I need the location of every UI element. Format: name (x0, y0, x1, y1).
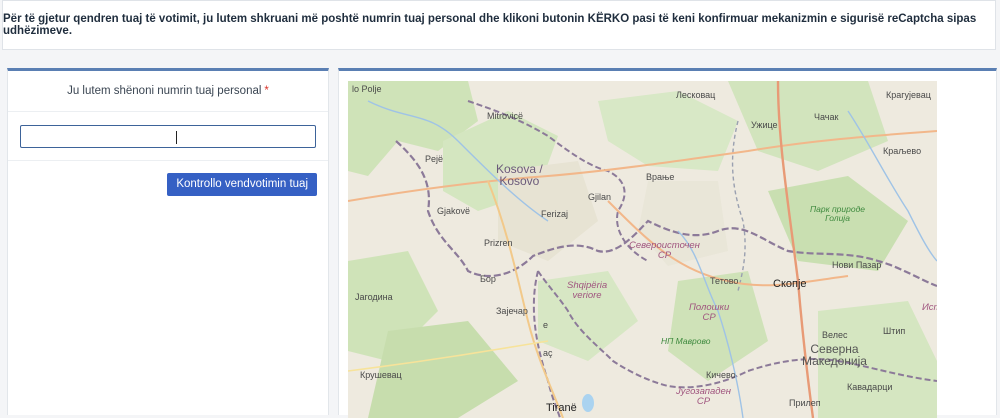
map-label-krusevac: Крушевац (360, 370, 402, 380)
map-label-kicevo: Кичево (706, 370, 736, 380)
map-label-kavadarci: Кавадарци (847, 382, 893, 392)
map-label-e-short: e (543, 320, 549, 330)
map-label-gjakove: Gjakovë (437, 206, 471, 216)
map-label-bor: Бор (480, 274, 496, 284)
map-label-novi-pazar: Нови Пазар (832, 260, 882, 270)
map-label-isto: Исто (922, 302, 937, 313)
personal-number-label-row: Ju lutem shënoni numrin tuaj personal * (8, 71, 328, 112)
map-label-severoistocen: Североисточен СР (629, 240, 700, 261)
required-asterisk: * (264, 85, 269, 97)
map-label-uzice: Ужице (751, 120, 778, 130)
lookup-form-panel: Ju lutem shënoni numrin tuaj personal * … (7, 68, 329, 415)
personal-number-input-row (8, 112, 328, 161)
map-label-zajecar: Зајечар (496, 306, 528, 316)
map-label-prilep: Прилеп (789, 398, 821, 408)
map-label-mitrovice: Mitrovicë (487, 111, 524, 121)
map-label-ac: aç (543, 348, 553, 358)
map-viewport[interactable]: lo Polje Лесковац Крагујевац Mitrovicë У… (348, 81, 937, 418)
map-label-np-mavrovo: НП Маврово (661, 336, 711, 346)
map-label-kragujevac: Крагујевац (886, 90, 931, 100)
map-label-prizren: Prizren (484, 238, 513, 248)
instructions-banner: Për të gjetur qendren tuaj të votimit, j… (2, 0, 996, 50)
text-caret (176, 131, 177, 144)
personal-number-input[interactable] (20, 125, 316, 148)
map-label-jugozapaden: Југозападен СР (676, 386, 732, 407)
map-panel: lo Polje Лесковац Крагујевац Mitrovicë У… (338, 68, 997, 418)
map-label-skopje: Скопје (773, 278, 807, 290)
instructions-text: Për të gjetur qendren tuaj të votimit, j… (3, 13, 977, 37)
map-label-gjilan: Gjilan (588, 192, 612, 202)
check-polling-station-button[interactable]: Kontrollo vendvotimin tuaj (167, 173, 317, 196)
map-label-ferizaj: Ferizaj (541, 209, 569, 219)
map-label-stip: Штип (883, 326, 906, 336)
map-label-cacak: Чачак (814, 112, 839, 122)
map-label-park-golija: Парк природе Голија (810, 204, 866, 223)
map-label-vranje: Врање (646, 172, 675, 182)
map-label-jagodina: Јагодина (355, 292, 393, 302)
map-label-tirane: Tiranë (546, 402, 577, 414)
map-label-kraljevo: Краљево (883, 146, 922, 156)
map-label-peje: Pejë (425, 154, 444, 164)
personal-number-label: Ju lutem shënoni numrin tuaj personal (67, 85, 262, 97)
map-label-severna-makedonija: Северна Македонија (802, 342, 867, 368)
map-label-tetovo: Тетово (710, 276, 739, 286)
map-label-leskovac: Лесковац (676, 90, 716, 100)
map-label-shqiperia: Shqipëria veriore (567, 280, 608, 301)
map-label-kosova: Kosova / Kosovo (496, 162, 543, 188)
map-label-polje: lo Polje (352, 84, 382, 94)
map-label-poloski: Полошки СР (689, 302, 730, 323)
map-label-veles: Велес (822, 330, 848, 340)
